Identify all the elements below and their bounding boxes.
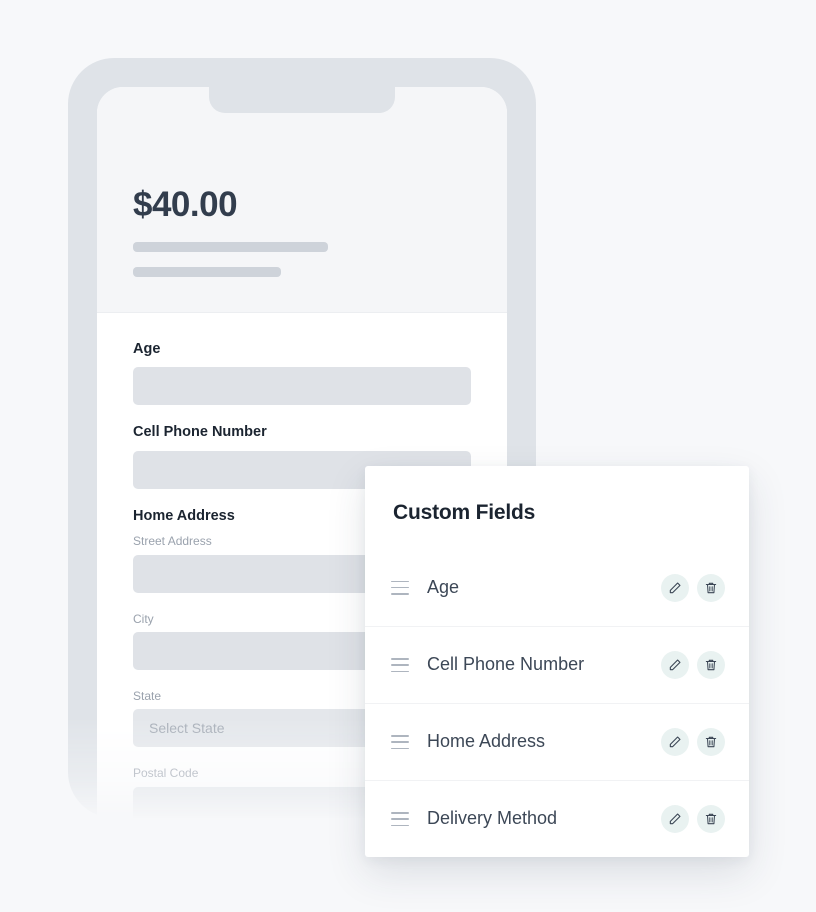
list-item-label: Age xyxy=(427,576,460,597)
list-item-label: Home Address xyxy=(427,731,546,752)
drag-handle-icon[interactable] xyxy=(391,658,409,673)
trash-icon xyxy=(704,581,718,595)
edit-button[interactable] xyxy=(661,728,689,757)
skeleton-placeholder-line xyxy=(133,267,281,277)
pencil-icon xyxy=(668,658,682,672)
drag-handle-icon[interactable] xyxy=(391,812,409,827)
panel-title: Custom Fields xyxy=(393,501,536,524)
trash-icon xyxy=(704,735,718,749)
phone-notch xyxy=(209,87,395,113)
edit-button[interactable] xyxy=(661,805,689,834)
price-amount: $40.00 xyxy=(133,185,238,224)
state-select-placeholder: Select State xyxy=(149,720,225,737)
pencil-icon xyxy=(668,581,682,595)
table-row[interactable]: Age xyxy=(365,549,749,626)
delete-button[interactable] xyxy=(697,728,725,757)
list-item-label: Cell Phone Number xyxy=(427,654,585,675)
row-actions xyxy=(661,651,725,680)
row-actions xyxy=(661,728,725,757)
row-actions xyxy=(661,805,725,834)
trash-icon xyxy=(704,812,718,826)
custom-fields-list: Age Cell Phone Number Home Address Deliv… xyxy=(365,549,749,857)
pencil-icon xyxy=(668,812,682,826)
edit-button[interactable] xyxy=(661,651,689,680)
pencil-icon xyxy=(668,735,682,749)
form-field-age: Age xyxy=(133,341,471,406)
custom-fields-panel: Custom Fields Age Cell Phone Number Home… xyxy=(365,466,749,858)
field-label-cell-phone-number: Cell Phone Number xyxy=(133,424,267,441)
table-row[interactable]: Cell Phone Number xyxy=(365,626,749,703)
row-actions xyxy=(661,573,725,602)
table-row[interactable]: Home Address xyxy=(365,703,749,780)
table-row[interactable]: Delivery Method xyxy=(365,780,749,857)
list-item-label: Delivery Method xyxy=(427,808,558,829)
checkout-header: $40.00 xyxy=(97,87,507,313)
delete-button[interactable] xyxy=(697,805,725,834)
edit-button[interactable] xyxy=(661,573,689,602)
delete-button[interactable] xyxy=(697,573,725,602)
drag-handle-icon[interactable] xyxy=(391,735,409,750)
drag-handle-icon[interactable] xyxy=(391,580,409,595)
age-input[interactable] xyxy=(133,367,471,406)
delete-button[interactable] xyxy=(697,651,725,680)
skeleton-placeholder-line xyxy=(133,242,328,252)
trash-icon xyxy=(704,658,718,672)
field-label-age: Age xyxy=(133,341,161,357)
